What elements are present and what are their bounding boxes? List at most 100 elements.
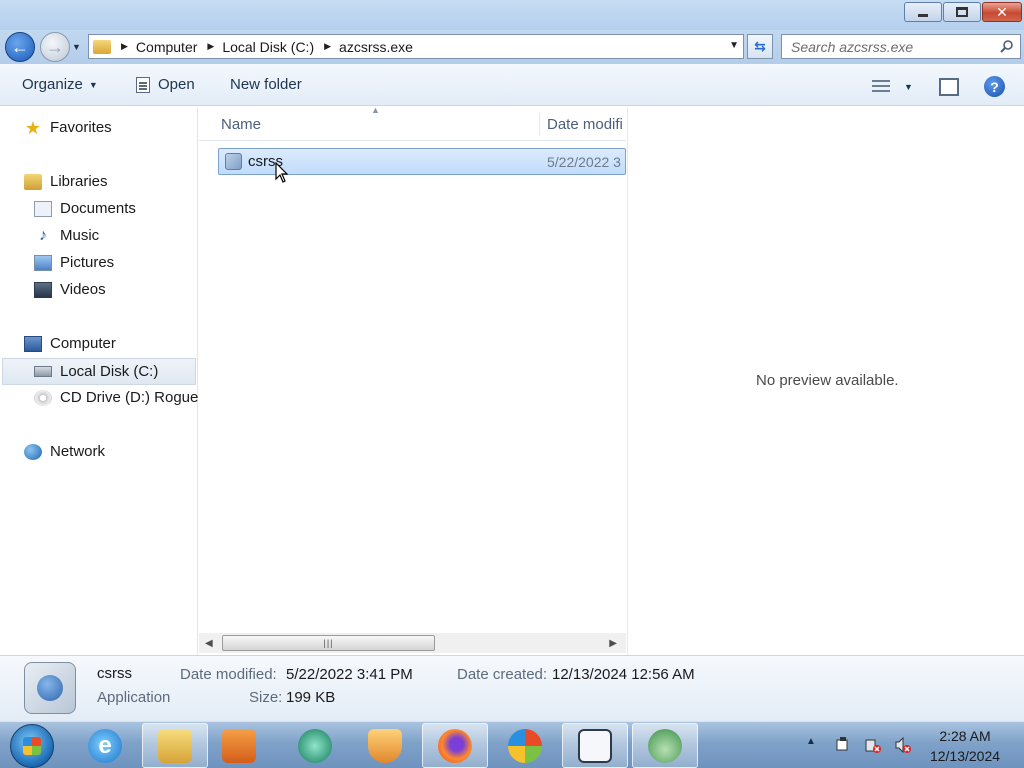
recent-pages-dropdown[interactable]: ▼: [72, 42, 81, 52]
taskbar-shield-app[interactable]: [352, 723, 418, 768]
window-controls: ✕: [903, 2, 1022, 22]
refresh-icon: ⇆: [754, 38, 766, 54]
open-button[interactable]: Open: [136, 76, 195, 93]
volume-muted-icon[interactable]: [895, 737, 911, 753]
minimize-button[interactable]: [904, 2, 942, 22]
maximize-icon: [956, 7, 968, 17]
nav-label: Favorites: [50, 119, 112, 136]
back-button[interactable]: ←: [5, 32, 35, 62]
change-view-icon[interactable]: [872, 80, 890, 92]
breadcrumb-label: azcsrss.exe: [339, 38, 413, 55]
computer-icon: [24, 335, 42, 352]
navigation-pane: ★ Favorites Libraries Documents ♪ Music …: [0, 107, 198, 655]
chevron-down-icon: ▼: [88, 79, 98, 90]
scroll-left-icon[interactable]: ◀: [205, 638, 213, 649]
start-button[interactable]: [10, 724, 54, 768]
system-clock[interactable]: 2:28 AM 12/13/2024: [920, 726, 1010, 766]
new-folder-label: New folder: [230, 76, 302, 93]
column-header: ▲ Name Date modifi: [199, 105, 626, 141]
folder-icon: [93, 39, 111, 54]
hard-disk-icon: [34, 366, 52, 377]
windows-orb-app-icon: [508, 728, 542, 763]
chevron-right-icon[interactable]: ▶: [207, 41, 214, 52]
media-player-icon: [222, 728, 256, 763]
nav-item-cd-drive[interactable]: CD Drive (D:) Rogue: [34, 389, 198, 406]
nav-item-computer[interactable]: Computer: [24, 335, 116, 352]
taskbar-chat-app[interactable]: [282, 723, 348, 768]
breadcrumb-local-disk[interactable]: Local Disk (C:): [222, 39, 314, 55]
scrollbar-thumb[interactable]: |||: [222, 635, 435, 651]
cd-drive-icon: [34, 389, 52, 406]
breadcrumb-current-folder[interactable]: azcsrss.exe: [339, 39, 413, 55]
application-icon: [225, 153, 242, 170]
maximize-button[interactable]: [943, 2, 981, 22]
command-bar: Organize ▼ Open New folder ▼: [0, 64, 1024, 106]
details-size: 199 KB: [286, 689, 336, 706]
sort-ascending-icon: ▲: [371, 105, 380, 115]
horizontal-scrollbar[interactable]: ◀ ||| ▶: [199, 633, 626, 653]
details-file-name: csrss: [97, 665, 132, 682]
taskbar-installer[interactable]: [632, 723, 698, 768]
nav-item-network[interactable]: Network: [24, 443, 105, 460]
nav-label: Videos: [60, 281, 106, 298]
address-row: ← → ▼ ▶ Computer ▶ Local Disk (C:) ▶ azc…: [0, 30, 1024, 64]
minimize-icon: [918, 14, 928, 17]
network-status-icon[interactable]: [865, 737, 881, 753]
nav-item-libraries[interactable]: Libraries: [24, 173, 108, 190]
videos-icon: [34, 281, 52, 298]
refresh-button[interactable]: ⇆: [747, 34, 773, 59]
taskbar-file-explorer[interactable]: [142, 723, 208, 768]
search-icon[interactable]: [1000, 39, 1014, 53]
nav-item-local-disk[interactable]: Local Disk (C:): [2, 358, 196, 385]
action-center-icon[interactable]: [835, 737, 851, 753]
nav-item-pictures[interactable]: Pictures: [34, 254, 114, 271]
scroll-right-icon[interactable]: ▶: [609, 638, 617, 649]
search-input[interactable]: [791, 38, 991, 55]
taskbar-windows-app[interactable]: [492, 723, 558, 768]
back-arrow-icon: ←: [11, 36, 29, 57]
no-preview-message: No preview available.: [756, 372, 899, 389]
forward-button[interactable]: →: [40, 32, 70, 62]
pictures-icon: [34, 254, 52, 271]
details-pane: csrss Application Date modified: 5/22/20…: [0, 655, 1024, 721]
show-hidden-icons-icon[interactable]: ▲: [806, 736, 816, 747]
documents-icon: [34, 200, 52, 217]
shield-app-icon: [368, 728, 402, 763]
help-icon[interactable]: ?: [984, 76, 1005, 97]
taskbar-window-manager[interactable]: [562, 723, 628, 768]
chevron-right-icon[interactable]: ▶: [121, 41, 128, 52]
window-manager-icon: [578, 728, 612, 763]
organize-button[interactable]: Organize ▼: [22, 76, 98, 93]
chat-app-icon: [298, 728, 332, 763]
details-date-modified-label: Date modified:: [180, 666, 277, 683]
taskbar-firefox[interactable]: [422, 723, 488, 768]
nav-item-videos[interactable]: Videos: [34, 281, 106, 298]
preview-pane-toggle-icon[interactable]: [939, 78, 959, 96]
address-dropdown-icon[interactable]: ▼: [729, 40, 739, 51]
taskbar-media-player[interactable]: [206, 723, 272, 768]
nav-item-documents[interactable]: Documents: [34, 200, 136, 217]
nav-item-music[interactable]: ♪ Music: [34, 227, 99, 244]
file-explorer-icon: [158, 728, 192, 763]
file-date-modified: 5/22/2022 3: [547, 154, 621, 170]
view-options-dropdown[interactable]: ▼: [904, 82, 913, 92]
nav-item-favorites[interactable]: ★ Favorites: [24, 119, 112, 137]
column-header-name[interactable]: Name: [221, 116, 261, 133]
internet-explorer-icon: e: [88, 728, 122, 763]
firefox-icon: [438, 728, 472, 763]
column-header-date-modified[interactable]: Date modifi: [547, 116, 626, 133]
chevron-right-icon[interactable]: ▶: [324, 41, 331, 52]
network-icon: [24, 443, 42, 460]
taskbar-internet-explorer[interactable]: e: [72, 723, 138, 768]
open-file-icon: [136, 76, 150, 93]
address-bar[interactable]: ▶ Computer ▶ Local Disk (C:) ▶ azcsrss.e…: [88, 34, 744, 59]
column-divider[interactable]: [539, 113, 540, 135]
nav-label: CD Drive (D:) Rogue: [60, 389, 199, 406]
close-button[interactable]: ✕: [982, 2, 1022, 22]
search-box[interactable]: [781, 34, 1021, 59]
new-folder-button[interactable]: New folder: [230, 76, 302, 93]
libraries-icon: [24, 173, 42, 190]
details-date-created-label: Date created:: [457, 666, 548, 683]
close-icon: ✕: [996, 3, 1008, 20]
breadcrumb-computer[interactable]: Computer: [136, 39, 197, 55]
